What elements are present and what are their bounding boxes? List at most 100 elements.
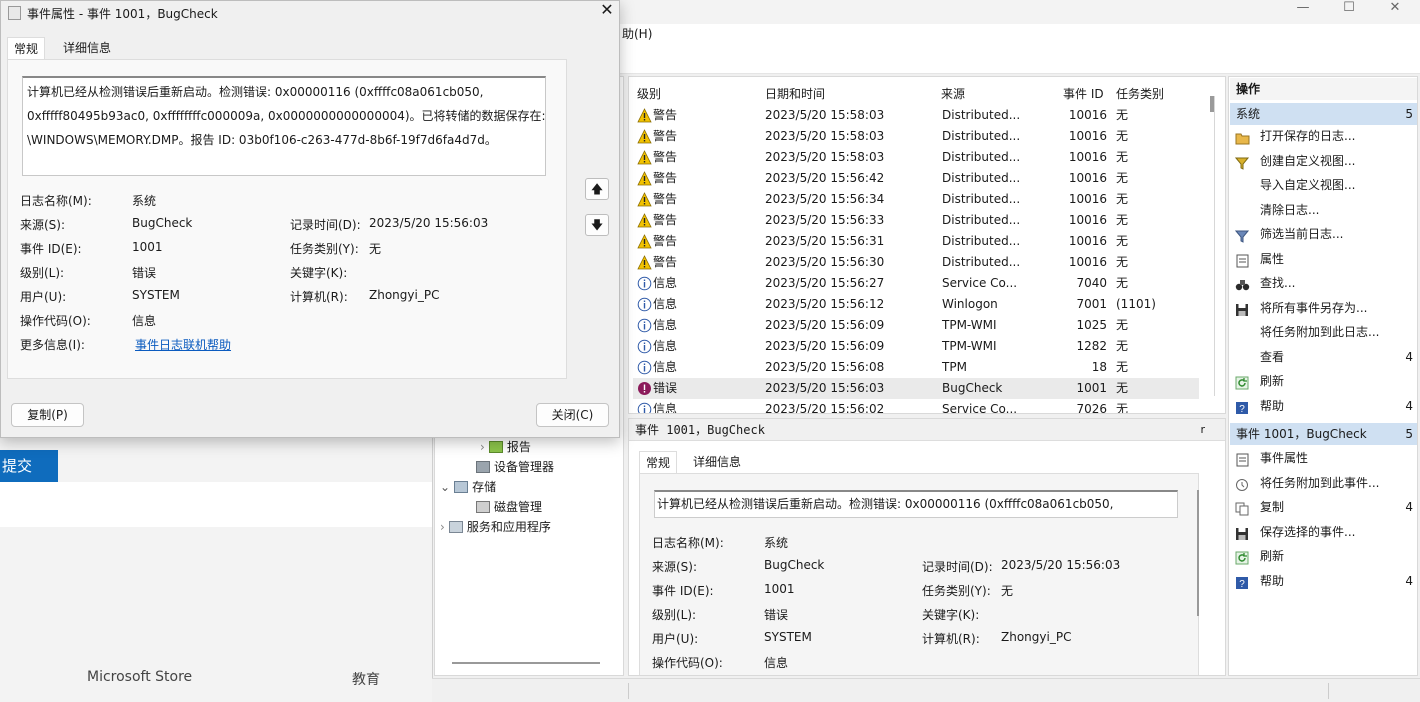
footer-link-education[interactable]: 教育 [352,669,380,689]
close-icon[interactable]: ✕ [597,1,617,21]
detail-level-value: 错误 [764,608,789,622]
list-scrollbar[interactable] [1210,96,1214,112]
action-item[interactable]: 将任务附加到此事件... [1235,471,1417,495]
action-item[interactable]: 清除日志... [1235,198,1417,222]
tab-details[interactable]: 详细信息 [57,37,117,59]
table-row[interactable]: 信息 2023/5/20 15:56:12 Winlogon 7001 (1101) [633,294,1199,315]
table-row[interactable]: 警告 2023/5/20 15:58:03 Distributed... 10016 无 [633,126,1199,147]
section-expand-icon[interactable]: 5 [1405,423,1413,445]
chevron-right-icon[interactable]: › [440,520,445,534]
event-id-value: 1001 [132,240,163,254]
column-source[interactable]: 来源 [941,85,965,102]
column-event-id[interactable]: 事件 ID [1063,85,1104,102]
general-tab-panel: 计算机已经从检测错误后重新启动。检测错误: 0x00000116 (0xffff… [7,59,567,379]
arrow-down-icon: 🡇 [590,218,604,232]
table-row[interactable]: 警告 2023/5/20 15:56:30 Distributed... 10016 无 [633,252,1199,273]
chevron-right-icon[interactable]: › [480,440,485,454]
table-row[interactable]: 信息 2023/5/20 15:56:09 TPM-WMI 1025 无 [633,315,1199,336]
table-row[interactable]: 警告 2023/5/20 15:56:42 Distributed... 10016 无 [633,168,1199,189]
action-item[interactable]: 事件属性 [1235,446,1417,470]
table-row[interactable]: 警告 2023/5/20 15:58:03 Distributed... 10016 无 [633,105,1199,126]
action-item[interactable]: 刷新 [1235,544,1417,568]
action-item[interactable]: 查看 4 [1235,345,1417,369]
close-window-icon[interactable]: ✕ [1372,0,1418,20]
logged-value: 2023/5/20 15:56:03 [369,216,489,230]
task-category-label: 任务类别(Y): [290,242,359,256]
cell-task: 无 [1116,213,1129,227]
chevron-down-icon[interactable]: ⌄ [440,480,450,494]
action-item[interactable]: ? 帮助 4 [1235,394,1417,418]
tree-scrollbar[interactable] [452,662,600,664]
table-row[interactable]: 信息 2023/5/20 15:56:08 TPM 18 无 [633,357,1199,378]
cell-source: Service Co... [942,402,1018,414]
tab-general[interactable]: 常规 [7,37,46,59]
table-row[interactable]: 信息 2023/5/20 15:56:27 Service Co... 7040 无 [633,273,1199,294]
detail-task-label: 任务类别(Y): [922,584,991,598]
tree-item-services-apps[interactable]: › 服务和应用程序 [440,518,551,535]
cell-level: 信息 [653,360,678,374]
detail-tab-general[interactable]: 常规 [639,451,678,473]
table-row[interactable]: 信息 2023/5/20 15:56:09 TPM-WMI 1282 无 [633,336,1199,357]
action-label: 保存选择的事件... [1260,524,1356,539]
action-item[interactable]: 将所有事件另存为... [1235,296,1417,320]
detail-tab-details[interactable]: 详细信息 [687,451,747,473]
submit-button[interactable]: 提交 [0,450,58,482]
tree-item-reports[interactable]: › 报告 [480,438,531,455]
cell-id: 10016 [1068,150,1107,164]
column-datetime[interactable]: 日期和时间 [765,85,825,102]
detail-scrollbar[interactable] [1197,490,1199,616]
table-row[interactable]: 警告 2023/5/20 15:56:31 Distributed... 10016 无 [633,231,1199,252]
tree-item-device-manager[interactable]: 设备管理器 [476,458,554,475]
table-row[interactable]: 信息 2023/5/20 15:56:02 Service Co... 7026 无 [633,399,1199,414]
section-expand-icon[interactable]: 5 [1405,103,1413,125]
action-item[interactable]: 筛选当前日志... [1234,222,1417,246]
online-help-link[interactable]: 事件日志联机帮助 [135,336,231,353]
footer-link-microsoft-store[interactable]: Microsoft Store [87,669,192,685]
action-item[interactable]: 保存选择的事件... [1235,520,1417,544]
detail-computer-value: Zhongyi_PC [1001,630,1072,644]
event-message-box[interactable]: 计算机已经从检测错误后重新启动。检测错误: 0x00000116 (0xffff… [22,76,546,176]
action-label: 将任务附加到此事件... [1260,475,1380,490]
copy-button[interactable]: 复制(P) [11,403,84,427]
column-level[interactable]: 级别 [637,85,661,102]
actions-section-system[interactable]: 系统 5 [1230,103,1417,125]
cell-id: 10016 [1068,129,1107,143]
maximize-icon[interactable]: ☐ [1326,0,1372,20]
action-item[interactable]: 打开保存的日志... [1235,124,1417,148]
detail-level-label: 级别(L): [652,608,697,622]
cell-source: TPM-WMI [942,318,997,332]
action-item[interactable]: 创建自定义视图... [1234,149,1417,173]
table-row[interactable]: 警告 2023/5/20 15:56:34 Distributed... 10016 无 [633,189,1199,210]
action-item[interactable]: 将任务附加到此日志... [1235,320,1417,344]
column-task-category[interactable]: 任务类别 [1116,85,1164,102]
tree-item-disk-management[interactable]: 磁盘管理 [476,498,542,515]
menu-help[interactable]: 助(H) [622,27,652,41]
action-item[interactable]: 属性 [1235,247,1417,271]
action-item[interactable]: 导入自定义视图... [1235,173,1417,197]
warning-icon [637,255,652,270]
minimize-icon[interactable]: — [1280,0,1326,20]
cell-task: 无 [1116,255,1129,269]
action-item[interactable]: ? 帮助 4 [1235,569,1417,593]
close-button[interactable]: 关闭(C) [536,403,609,427]
table-row[interactable]: 错误 2023/5/20 15:56:03 BugCheck 1001 无 [633,378,1199,399]
previous-event-button[interactable]: 🡅 [585,178,609,200]
action-item[interactable]: 查找... [1235,271,1417,295]
cell-datetime: 2023/5/20 15:56:02 [765,402,885,414]
info-icon [637,339,652,354]
level-label: 级别(L): [20,266,65,280]
action-item[interactable]: 刷新 [1235,369,1417,393]
log-name-label: 日志名称(M): [20,194,92,208]
actions-section-event[interactable]: 事件 1001，BugCheck 5 [1230,423,1417,445]
tree-item-storage[interactable]: ⌄ 存储 [440,478,496,495]
cell-datetime: 2023/5/20 15:56:27 [765,276,885,290]
next-event-button[interactable]: 🡇 [585,214,609,236]
table-row[interactable]: 警告 2023/5/20 15:56:33 Distributed... 10016 无 [633,210,1199,231]
table-row[interactable]: 警告 2023/5/20 15:58:03 Distributed... 10016 无 [633,147,1199,168]
detail-close-icon[interactable]: r [1200,419,1205,441]
disk-icon [476,501,490,513]
action-item[interactable]: 复制 4 [1235,495,1417,519]
properties-icon [1235,252,1250,267]
cell-level: 警告 [653,255,678,269]
cell-id: 10016 [1068,255,1107,269]
